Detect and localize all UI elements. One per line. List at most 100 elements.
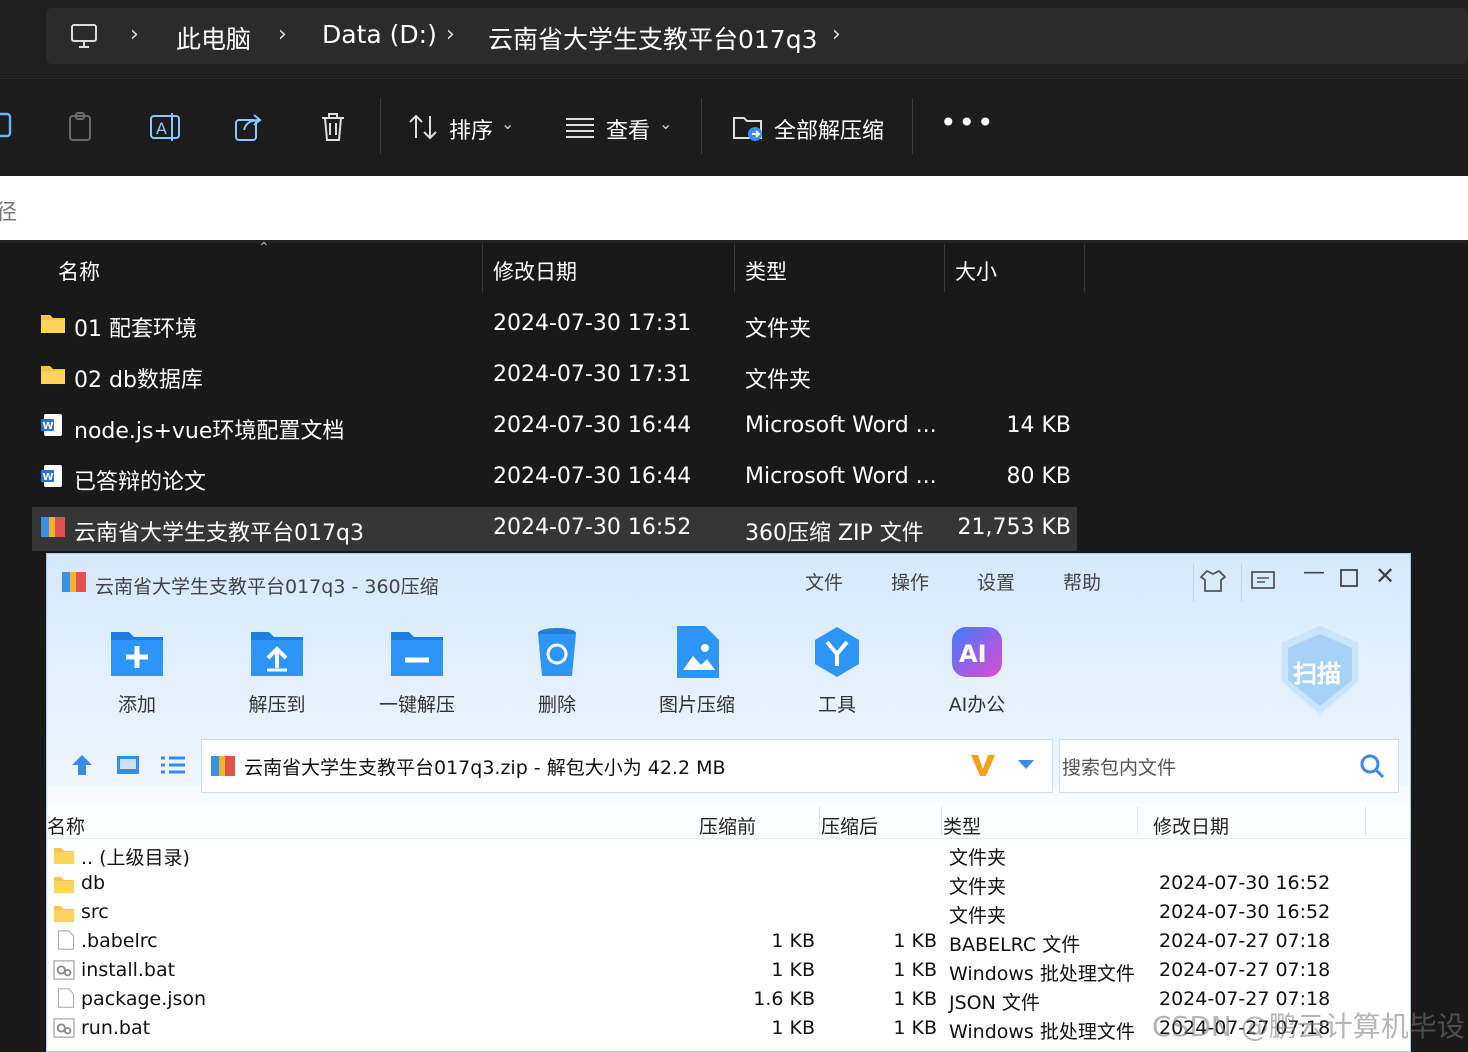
file-type: Microsoft Word ... (745, 413, 937, 438)
entry-name: install.bat (81, 959, 176, 981)
menu-operation[interactable]: 操作 (891, 568, 929, 595)
menu-settings[interactable]: 设置 (977, 568, 1015, 595)
batch-file-icon (53, 960, 75, 980)
file-date: 2024-07-30 16:44 (493, 464, 692, 489)
tools-button[interactable]: 工具 (777, 690, 897, 717)
delete-button[interactable]: 删除 (497, 690, 617, 717)
sort-button[interactable]: 排序 (449, 113, 493, 145)
entry-name: run.bat (81, 1017, 151, 1039)
tools-icon[interactable] (809, 624, 865, 680)
column-header-date[interactable]: 修改日期 (493, 256, 577, 286)
more-options-icon[interactable]: ••• (940, 106, 996, 139)
view-icon[interactable] (563, 110, 597, 144)
chevron-right-icon[interactable]: › (832, 22, 841, 47)
file-row[interactable]: 02 db数据库 2024-07-30 17:31 文件夹 (32, 354, 1077, 398)
column-header-before[interactable]: 压缩前 (699, 812, 756, 839)
archive-row[interactable]: install.bat 1 KB 1 KB Windows 批处理文件 2024… (47, 958, 1410, 986)
entry-size-after: 1 KB (893, 1017, 937, 1039)
menu-file[interactable]: 文件 (805, 568, 843, 595)
menu-help[interactable]: 帮助 (1063, 568, 1101, 595)
archive-row[interactable]: .. (上级目录) 文件夹 (47, 842, 1410, 870)
skin-icon[interactable] (1199, 568, 1227, 594)
archive-row[interactable]: src 文件夹 2024-07-30 16:52 (47, 900, 1410, 928)
watermark: CSDN @鹏云计算机毕设 (1152, 1010, 1465, 1043)
scan-button[interactable]: 扫描 (1293, 654, 1341, 689)
rename-icon[interactable]: A (148, 110, 182, 144)
one-click-extract-button[interactable]: 一键解压 (357, 690, 477, 717)
file-name: 01 配套环境 (74, 317, 197, 342)
maximize-icon[interactable] (1339, 568, 1359, 588)
column-header-name[interactable]: 名称 (58, 256, 100, 286)
folder-icon (54, 848, 74, 864)
file-row-selected[interactable]: 云南省大学生支教平台017q3 2024-07-30 16:52 360压缩 Z… (32, 507, 1077, 551)
file-type: 360压缩 ZIP 文件 (745, 521, 924, 546)
word-icon: W (41, 465, 62, 487)
file-row[interactable]: W 已答辩的论文 2024-07-30 16:44 Microsoft Word… (32, 456, 1077, 500)
column-header-after[interactable]: 压缩后 (821, 812, 878, 839)
extract-to-button[interactable]: 解压到 (217, 690, 337, 717)
view-button[interactable]: 查看 (606, 113, 650, 145)
entry-type: JSON 文件 (949, 992, 1040, 1014)
entry-size-before: 1 KB (771, 959, 815, 981)
archive-path-text: 云南省大学生支教平台017q3.zip - 解包大小为 42.2 MB (244, 757, 726, 779)
close-icon[interactable]: ✕ (1375, 562, 1395, 590)
column-header-type[interactable]: 类型 (943, 812, 981, 839)
delete-icon[interactable] (316, 110, 350, 144)
chevron-right-icon[interactable]: › (130, 22, 139, 47)
entry-name: package.json (81, 988, 207, 1010)
one-click-extract-icon[interactable] (389, 624, 445, 680)
ai-office-icon[interactable]: AI (949, 624, 1005, 680)
file-row[interactable]: W node.js+vue环境配置文档 2024-07-30 16:44 Mic… (32, 405, 1077, 449)
breadcrumb-folder[interactable]: 云南省大学生支教平台017q3 (488, 20, 818, 56)
up-arrow-icon[interactable] (69, 752, 95, 778)
recycle-bin-icon[interactable] (529, 624, 585, 680)
minimize-icon[interactable]: — (1303, 560, 1325, 585)
column-header-name[interactable]: 名称 (47, 812, 85, 839)
dropdown-icon[interactable] (1016, 758, 1036, 772)
file-type: 文件夹 (745, 368, 812, 393)
archive-row[interactable]: db 文件夹 2024-07-30 16:52 (47, 871, 1410, 899)
archive-path-field[interactable]: 云南省大学生支教平台017q3.zip - 解包大小为 42.2 MB (201, 739, 1053, 793)
paste-icon[interactable] (64, 110, 98, 144)
entry-name: db (81, 872, 106, 894)
extract-all-button[interactable]: 全部解压缩 (774, 113, 884, 145)
column-header-size[interactable]: 大小 (955, 256, 997, 286)
file-row[interactable]: 01 配套环境 2024-07-30 17:31 文件夹 (32, 303, 1077, 347)
archive-row[interactable]: .babelrc 1 KB 1 KB BABELRC 文件 2024-07-27… (47, 929, 1410, 957)
entry-size-before: 1 KB (771, 930, 815, 952)
feedback-icon[interactable] (1249, 568, 1277, 594)
thumbnail-view-icon[interactable] (115, 754, 141, 776)
file-date: 2024-07-30 17:31 (493, 311, 692, 336)
add-button[interactable]: 添加 (77, 690, 197, 717)
breadcrumb-drive[interactable]: Data (D:) (322, 20, 437, 49)
breadcrumb-this-pc[interactable]: 此电脑 (176, 20, 251, 56)
archive-search-field[interactable]: 搜索包内文件 (1059, 739, 1399, 793)
column-header-type[interactable]: 类型 (745, 256, 787, 286)
zip-icon (211, 756, 235, 776)
v-logo-icon[interactable] (968, 750, 998, 780)
toolbar-separator (912, 98, 913, 154)
column-header-date[interactable]: 修改日期 (1153, 812, 1229, 839)
image-compress-button[interactable]: 图片压缩 (637, 690, 757, 717)
search-field[interactable]: 径 (0, 176, 1468, 243)
chevron-right-icon[interactable]: › (446, 22, 455, 47)
ai-badge-text: AI (959, 640, 987, 668)
entry-type: 文件夹 (949, 905, 1007, 927)
chevron-right-icon[interactable]: › (278, 22, 287, 47)
add-icon[interactable] (109, 624, 165, 680)
search-icon[interactable] (1358, 752, 1386, 780)
file-size: 21,753 KB (957, 515, 1072, 540)
chevron-down-icon[interactable]: ⌄ (659, 114, 672, 133)
image-compress-icon[interactable] (669, 624, 725, 680)
new-icon[interactable] (0, 108, 20, 142)
chevron-down-icon[interactable]: ⌄ (501, 114, 514, 133)
extract-to-icon[interactable] (249, 624, 305, 680)
svg-text:W: W (43, 472, 54, 483)
share-icon[interactable] (232, 110, 266, 144)
computer-icon[interactable] (70, 22, 98, 50)
ai-office-button[interactable]: AI办公 (917, 690, 1037, 717)
folder-icon (54, 877, 74, 893)
extract-folder-icon[interactable] (731, 110, 765, 144)
sort-icon[interactable] (406, 110, 440, 144)
list-view-icon[interactable] (159, 754, 187, 776)
